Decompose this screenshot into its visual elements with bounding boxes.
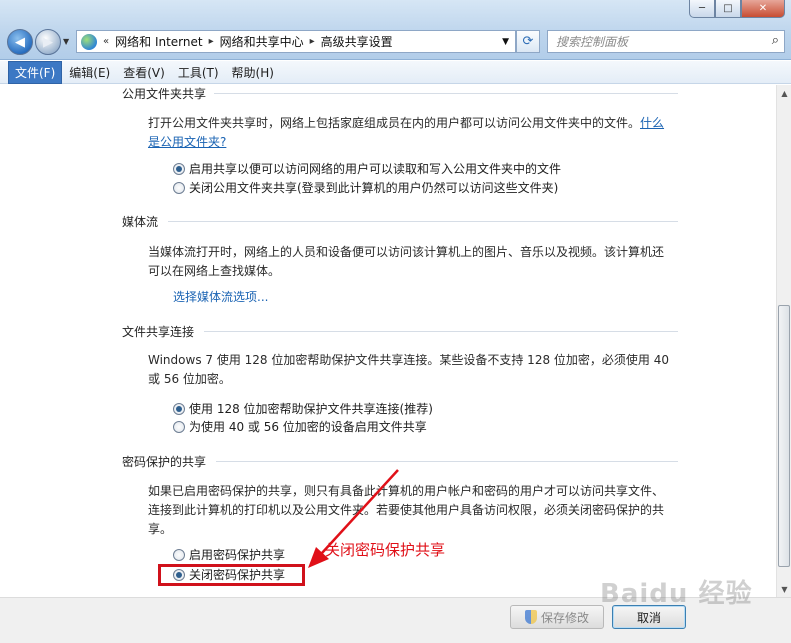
menu-tools[interactable]: 工具(T): [172, 62, 225, 83]
baidu-watermark: Baidu 经验: [600, 579, 753, 609]
password-sharing-description: 如果已启用密码保护的共享，则只有具备此计算机的用户帐户和密码的用户才可以访问共享…: [148, 484, 665, 536]
search-placeholder: 搜索控制面板: [556, 35, 629, 49]
radio-button-checked[interactable]: [173, 162, 185, 175]
section-divider: [216, 461, 678, 462]
radio-enable-public-sharing[interactable]: 启用共享以便可以访问网络的用户可以读取和写入公用文件夹中的文件: [173, 160, 561, 177]
menu-file[interactable]: 文件(F): [8, 60, 63, 84]
menu-view[interactable]: 查看(V): [117, 62, 171, 83]
scroll-up-icon[interactable]: ▲: [777, 85, 791, 101]
window-titlebar: ─ □ ✕ ◀ ▶ ▼ « 网络和 Internet ▸ 网络和共享中心 ▸ 高…: [0, 0, 791, 60]
search-icon[interactable]: ⌕: [772, 33, 779, 48]
section-divider: [168, 221, 678, 222]
breadcrumb-overflow[interactable]: «: [103, 36, 109, 47]
refresh-icon: ⟳: [522, 34, 534, 49]
media-options-link[interactable]: 选择媒体流选项...: [173, 288, 268, 305]
radio-button-checked[interactable]: [173, 402, 185, 415]
public-folder-description: 打开公用文件夹共享时，网络上包括家庭组成员在内的用户都可以访问公用文件夹中的文件…: [148, 114, 673, 152]
public-folder-text: 打开公用文件夹共享时，网络上包括家庭组成员在内的用户都可以访问公用文件夹中的文件…: [148, 116, 641, 130]
search-input[interactable]: 搜索控制面板 ⌕: [547, 30, 785, 53]
breadcrumb-advanced-sharing[interactable]: 高级共享设置: [321, 33, 393, 50]
radio-label: 启用密码保护共享: [189, 548, 286, 562]
forward-arrow-icon: ▶: [43, 34, 53, 50]
refresh-button[interactable]: ⟳: [516, 30, 540, 53]
breadcrumb-separator-icon[interactable]: ▸: [310, 36, 315, 47]
section-title-media: 媒体流: [122, 215, 159, 229]
scroll-down-icon[interactable]: ▼: [777, 581, 791, 597]
radio-label: 使用 128 位加密帮助保护文件共享连接(推荐): [189, 402, 433, 416]
radio-button[interactable]: [173, 420, 185, 433]
back-arrow-icon: ◀: [15, 34, 25, 50]
breadcrumb-separator-icon[interactable]: ▸: [209, 36, 214, 47]
annotation-highlight-box: [158, 564, 305, 586]
radio-label: 启用共享以便可以访问网络的用户可以读取和写入公用文件夹中的文件: [189, 162, 562, 176]
radio-label: 关闭公用文件夹共享(登录到此计算机的用户仍然可以访问这些文件夹): [189, 181, 559, 195]
save-label: 保存修改: [540, 610, 589, 625]
radio-enable-password-sharing[interactable]: 启用密码保护共享: [173, 546, 285, 563]
radio-disable-public-sharing[interactable]: 关闭公用文件夹共享(登录到此计算机的用户仍然可以访问这些文件夹): [173, 179, 558, 196]
section-divider: [204, 331, 678, 332]
network-globe-icon: [81, 33, 97, 50]
section-divider: [214, 93, 678, 94]
maximize-button[interactable]: □: [715, 0, 741, 18]
media-description: 当媒体流打开时，网络上的人员和设备便可以访问该计算机上的图片、音乐以及视频。该计…: [148, 245, 665, 278]
settings-content: 公用文件夹共享 打开公用文件夹共享时，网络上包括家庭组成员在内的用户都可以访问公…: [0, 85, 776, 597]
uac-shield-icon: [524, 610, 537, 624]
minimize-button[interactable]: ─: [689, 0, 715, 18]
radio-40-56bit-encryption[interactable]: 为使用 40 或 56 位加密的设备启用文件共享: [173, 418, 427, 435]
section-title-file-sharing: 文件共享连接: [122, 325, 195, 339]
address-dropdown-icon[interactable]: ▼: [502, 37, 509, 47]
close-button[interactable]: ✕: [741, 0, 785, 18]
radio-button[interactable]: [173, 181, 185, 194]
window-controls: ─ □ ✕: [689, 0, 785, 18]
back-button[interactable]: ◀: [7, 29, 33, 55]
address-bar[interactable]: « 网络和 Internet ▸ 网络和共享中心 ▸ 高级共享设置 ▼: [76, 30, 516, 53]
menu-edit[interactable]: 编辑(E): [63, 62, 116, 83]
section-title-password-sharing: 密码保护的共享: [122, 455, 207, 469]
cancel-label: 取消: [636, 610, 661, 625]
file-sharing-description: Windows 7 使用 128 位加密帮助保护文件共享连接。某些设备不支持 1…: [148, 353, 669, 386]
annotation-text: 关闭密码保护共享: [325, 541, 446, 559]
breadcrumb-network-sharing-center[interactable]: 网络和共享中心: [220, 33, 304, 50]
section-title-public-folder: 公用文件夹共享: [122, 87, 207, 101]
choose-media-streaming-link[interactable]: 选择媒体流选项...: [173, 288, 268, 305]
save-changes-button[interactable]: 保存修改: [510, 605, 604, 629]
radio-button[interactable]: [173, 548, 185, 561]
radio-label: 为使用 40 或 56 位加密的设备启用文件共享: [189, 420, 427, 434]
recent-pages-dropdown[interactable]: ▼: [63, 37, 69, 46]
menu-help[interactable]: 帮助(H): [226, 62, 280, 83]
forward-button[interactable]: ▶: [35, 29, 61, 55]
radio-128bit-encryption[interactable]: 使用 128 位加密帮助保护文件共享连接(推荐): [173, 400, 433, 417]
vertical-scrollbar[interactable]: ▲ ▼: [776, 85, 791, 597]
menu-bar: 文件(F) 编辑(E) 查看(V) 工具(T) 帮助(H): [0, 60, 791, 84]
breadcrumb-network-internet[interactable]: 网络和 Internet: [115, 33, 202, 50]
scroll-thumb[interactable]: [778, 305, 790, 567]
